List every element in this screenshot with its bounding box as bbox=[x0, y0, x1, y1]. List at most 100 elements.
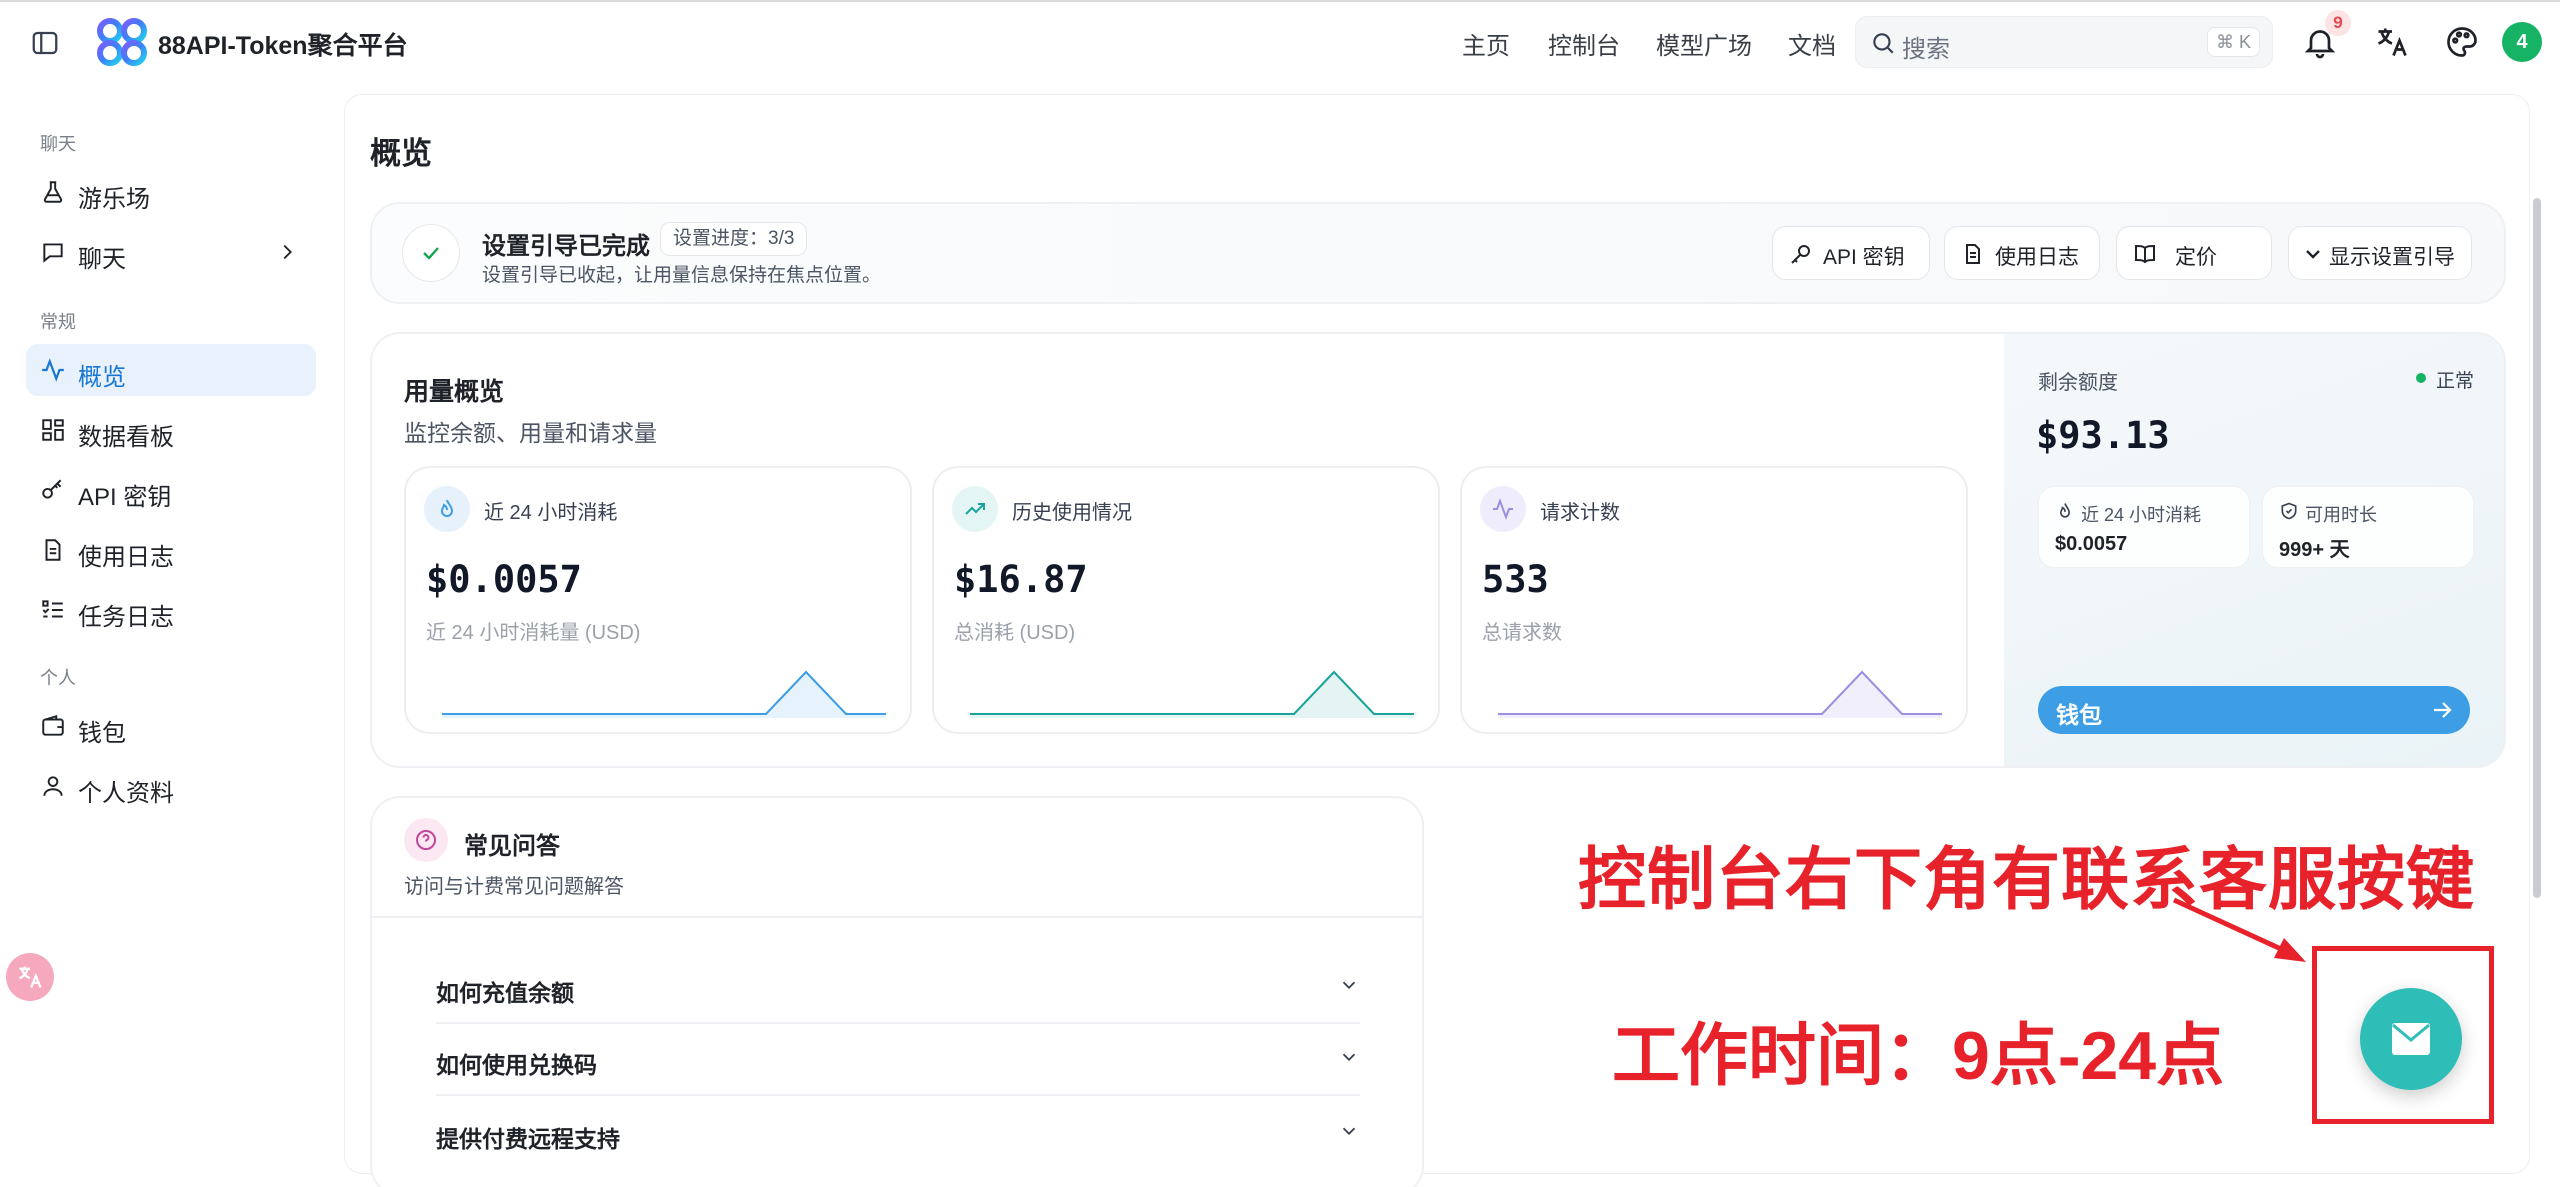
stat-card-24h: 近 24 小时消耗 $0.0057 近 24 小时消耗量 (USD) bbox=[404, 466, 912, 734]
balance-value: $93.13 bbox=[2036, 414, 2170, 457]
activity-icon bbox=[1493, 498, 1513, 520]
sidebar-item-profile[interactable]: 个人资料 bbox=[26, 760, 316, 812]
sidebar-item-dashboard[interactable]: 数据看板 bbox=[26, 404, 316, 456]
nav-home[interactable]: 主页 bbox=[1462, 26, 1510, 61]
translate-icon bbox=[19, 966, 42, 988]
sidebar-item-label: 数据看板 bbox=[78, 424, 174, 451]
faq-item-remote-support[interactable]: 提供付费远程支持 bbox=[436, 1098, 1360, 1170]
mini-value: 999+ 天 bbox=[2279, 539, 2350, 561]
sidebar-item-task-logs[interactable]: 任务日志 bbox=[26, 584, 316, 636]
key-icon bbox=[1791, 245, 1810, 264]
activity-icon bbox=[42, 358, 64, 382]
check-icon bbox=[423, 247, 439, 260]
flame-icon bbox=[2059, 503, 2071, 518]
annotation-contact-hint: 控制台右下角有联系客服按键 bbox=[1578, 842, 2476, 918]
search-input[interactable]: 搜索 ⌘ K bbox=[1855, 16, 2273, 68]
stat-sparkline bbox=[442, 670, 886, 718]
translate-icon[interactable] bbox=[2374, 24, 2410, 60]
brand-name[interactable]: 88API-Token聚合平台 bbox=[158, 26, 408, 62]
usage-subtitle: 监控余额、用量和请求量 bbox=[404, 420, 657, 446]
guide-check-badge bbox=[402, 224, 460, 282]
search-placeholder: 搜索 bbox=[1902, 36, 1950, 63]
stat-card-requests: 请求计数 533 总请求数 bbox=[1460, 466, 1968, 734]
usage-title: 用量概览 bbox=[404, 378, 505, 406]
faq-question: 如何使用兑换码 bbox=[436, 1052, 597, 1078]
guide-pricing-button[interactable]: 定价 bbox=[2116, 226, 2272, 280]
faq-subtitle: 访问与计费常见问题解答 bbox=[404, 876, 624, 898]
nav-console[interactable]: 控制台 bbox=[1548, 26, 1620, 61]
flame-icon bbox=[440, 499, 454, 517]
arrow-right-icon bbox=[2434, 702, 2452, 718]
annotation-working-hours: 工作时间：9点-24点 bbox=[1612, 1018, 2225, 1094]
faq-item-redeem-code[interactable]: 如何使用兑换码 bbox=[436, 1024, 1360, 1096]
sidebar-item-label: 钱包 bbox=[78, 720, 126, 747]
mini-value: $0.0057 bbox=[2055, 533, 2128, 555]
faq-question: 提供付费远程支持 bbox=[436, 1126, 620, 1152]
status-dot bbox=[2416, 373, 2426, 383]
stat-value: $0.0057 bbox=[426, 558, 582, 601]
nav-model-plaza[interactable]: 模型广场 bbox=[1656, 26, 1752, 61]
top-bar: 88API-Token聚合平台 主页 控制台 模型广场 文档 搜索 ⌘ K 9 … bbox=[0, 0, 2560, 82]
sidebar-item-chat[interactable]: 聊天 bbox=[26, 226, 316, 278]
brand-logo-icon[interactable] bbox=[96, 18, 148, 66]
button-label: 显示设置引导 bbox=[2329, 246, 2455, 269]
stat-value: $16.87 bbox=[954, 558, 1088, 601]
sidebar-toggle-icon[interactable] bbox=[30, 28, 60, 58]
balance-label: 剩余额度 bbox=[2038, 372, 2118, 394]
sidebar-item-label: 个人资料 bbox=[78, 780, 174, 807]
sidebar-item-label: 概览 bbox=[78, 364, 126, 391]
contact-support-button[interactable] bbox=[2360, 988, 2462, 1090]
stat-title: 请求计数 bbox=[1540, 502, 1620, 524]
faq-question: 如何充值余额 bbox=[436, 980, 574, 1006]
button-label: 钱包 bbox=[2056, 702, 2102, 728]
balance-mini-duration: 可用时长 999+ 天 bbox=[2262, 486, 2474, 568]
stat-sparkline bbox=[1498, 670, 1942, 718]
notification-badge: 9 bbox=[2325, 10, 2351, 36]
guide-usage-logs-button[interactable]: 使用日志 bbox=[1944, 226, 2100, 280]
divider bbox=[372, 916, 1422, 918]
stat-icon-wrap bbox=[1480, 486, 1526, 532]
stat-subtitle: 总请求数 bbox=[1482, 622, 1562, 644]
sidebar-item-label: 游乐场 bbox=[78, 186, 150, 213]
sidebar-item-label: 使用日志 bbox=[78, 544, 174, 571]
stat-subtitle: 总消耗 (USD) bbox=[954, 622, 1076, 644]
guide-show-setup-button[interactable]: 显示设置引导 bbox=[2288, 226, 2472, 280]
key-icon bbox=[42, 479, 62, 499]
chevron-down-icon bbox=[2306, 250, 2320, 259]
palette-icon[interactable] bbox=[2444, 24, 2480, 60]
main-scrollbar[interactable] bbox=[2533, 198, 2541, 898]
stat-icon-wrap bbox=[952, 486, 998, 532]
sidebar-item-playground[interactable]: 游乐场 bbox=[26, 166, 316, 218]
guide-description: 设置引导已收起，让用量信息保持在焦点位置。 bbox=[482, 265, 882, 286]
stat-subtitle: 近 24 小时消耗量 (USD) bbox=[426, 622, 641, 644]
guide-progress-badge: 设置进度：3/3 bbox=[660, 222, 808, 256]
list-check-icon bbox=[42, 600, 63, 618]
sidebar-item-wallet[interactable]: 钱包 bbox=[26, 700, 316, 752]
document-icon bbox=[45, 539, 61, 561]
mail-icon bbox=[2392, 1023, 2430, 1055]
faq-item-recharge[interactable]: 如何充值余额 bbox=[436, 952, 1360, 1024]
sidebar-item-label: 聊天 bbox=[78, 246, 126, 273]
chat-icon bbox=[43, 243, 63, 263]
button-label: 定价 bbox=[2175, 246, 2217, 269]
chevron-down-icon bbox=[1342, 1053, 1356, 1062]
user-avatar[interactable]: 4 bbox=[2502, 22, 2542, 62]
faq-title: 常见问答 bbox=[464, 833, 560, 860]
nav-docs[interactable]: 文档 bbox=[1788, 26, 1836, 61]
sidebar-item-api-keys[interactable]: API 密钥 bbox=[26, 464, 316, 516]
sidebar-section-general: 常规 bbox=[40, 312, 76, 332]
stat-title: 历史使用情况 bbox=[1012, 502, 1132, 524]
chevron-right-icon bbox=[283, 244, 292, 260]
page-title: 概览 bbox=[370, 136, 432, 171]
book-icon bbox=[2135, 244, 2155, 264]
button-label: API 密钥 bbox=[1823, 246, 1905, 269]
guide-api-keys-button[interactable]: API 密钥 bbox=[1772, 226, 1930, 280]
floating-translate-button[interactable] bbox=[6, 953, 54, 1001]
sidebar-item-usage-logs[interactable]: 使用日志 bbox=[26, 524, 316, 576]
chevron-down-icon bbox=[1342, 1127, 1356, 1136]
sidebar-item-overview[interactable]: 概览 bbox=[26, 344, 316, 396]
wallet-icon bbox=[42, 714, 64, 736]
wallet-button[interactable]: 钱包 bbox=[2038, 686, 2470, 734]
button-label: 使用日志 bbox=[1995, 246, 2079, 269]
sidebar-section-personal: 个人 bbox=[40, 668, 76, 688]
